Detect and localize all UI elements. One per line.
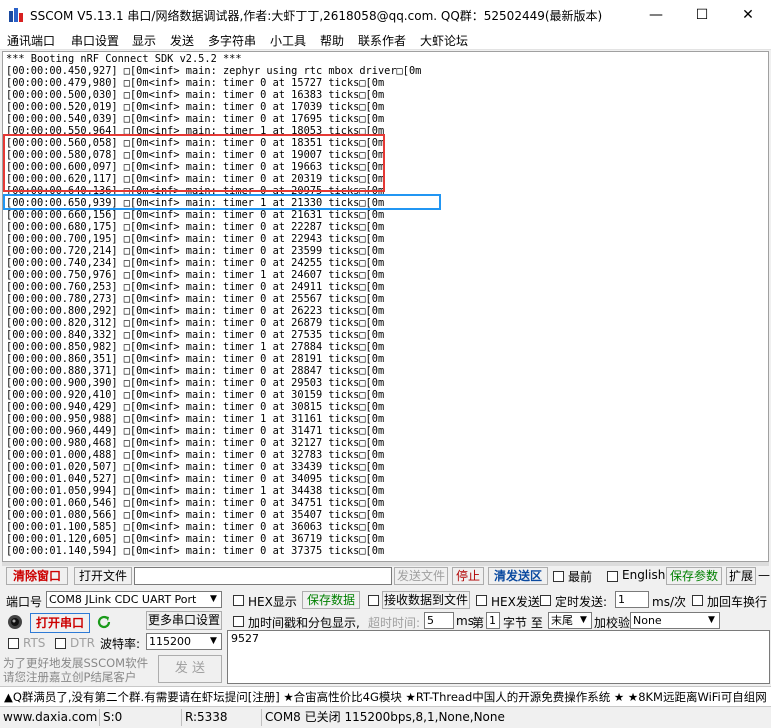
port-label: 端口号 (6, 595, 43, 609)
timestamp-label: 加时间戳和分包显示, (248, 616, 360, 630)
port-status-text: COM8 已关闭 115200bps,8,1,None,None (265, 710, 505, 724)
open-port-button[interactable]: 打开串口 (30, 613, 90, 633)
blue-highlight-box (3, 194, 441, 210)
dtr-checkbox[interactable] (55, 638, 66, 649)
menu-serial-settings[interactable]: 串口设置 (71, 32, 119, 49)
menu-send[interactable]: 发送 (170, 32, 194, 49)
log-output: *** Booting nRF Connect SDK v2.5.2 *** [… (6, 53, 422, 557)
dtr-label: DTR (70, 636, 95, 650)
chevron-down-icon: ▼ (705, 613, 718, 628)
timeout-label: 超时时间: (368, 616, 421, 630)
save-params-button[interactable]: 保存参数 (666, 567, 722, 585)
menu-display[interactable]: 显示 (132, 32, 156, 49)
website-link[interactable]: www.daxia.com (0, 709, 100, 726)
ticker-text: ▲Q群满员了,没有第二个群.有需要请在虾坛提问[注册] ★合宙高性价比4G模块 … (4, 690, 767, 704)
title-bar: SSCOM V5.13.1 串口/网络数据调试器,作者:大虾丁丁,2618058… (0, 0, 771, 30)
collapse-button[interactable]: — (758, 568, 770, 582)
port-select-value: COM8 JLink CDC UART Port (49, 593, 197, 606)
timeout-input[interactable]: 5 (424, 612, 454, 629)
byte-to-label: 字节 至 (503, 616, 543, 630)
menu-help[interactable]: 帮助 (320, 32, 344, 49)
timed-send-label: 定时发送: (555, 595, 608, 609)
window-title: SSCOM V5.13.1 串口/网络数据调试器,作者:大虾丁丁,2618058… (30, 9, 603, 23)
ms-per-label: ms/次 (652, 595, 686, 609)
open-file-button[interactable]: 打开文件 (74, 567, 132, 585)
timed-send-checkbox[interactable] (540, 595, 551, 606)
english-label: English (622, 568, 666, 582)
menu-contact-author[interactable]: 联系作者 (358, 32, 406, 49)
rts-label: RTS (23, 636, 46, 650)
rts-checkbox[interactable] (8, 638, 19, 649)
received-count: R:5338 (182, 709, 262, 726)
end-byte-select[interactable]: 末尾 ▼ (548, 612, 592, 629)
status-bar: www.daxia.com S:0 R:5338 COM8 已关闭 115200… (0, 706, 771, 728)
menu-bar: 通讯端口 串口设置 显示 发送 多字符串 小工具 帮助 联系作者 大虾论坛 (0, 30, 771, 50)
add-crlf-label: 加回车换行 (707, 595, 768, 609)
chevron-down-icon: ▼ (207, 592, 220, 607)
red-highlight-box (3, 134, 385, 192)
minimize-button[interactable]: — (633, 0, 679, 30)
send-file-button[interactable]: 发送文件 (394, 567, 448, 585)
clear-window-button[interactable]: 清除窗口 (6, 567, 68, 585)
recv-to-file-button[interactable]: 接收数据到文件 (382, 591, 470, 609)
checksum-select[interactable]: None ▼ (630, 612, 720, 629)
checksum-label: 加校验 (594, 616, 631, 630)
send-text-area[interactable]: 9527 (227, 630, 770, 684)
clear-send-button[interactable]: 清发送区 (488, 567, 548, 585)
start-byte-input[interactable]: 1 (486, 612, 500, 629)
receive-window[interactable]: *** Booting nRF Connect SDK v2.5.2 *** [… (2, 51, 769, 562)
sent-count: S:0 (100, 709, 182, 726)
topmost-label: 最前 (568, 570, 593, 584)
maximize-button[interactable]: ☐ (679, 0, 725, 30)
hex-display-label: HEX显示 (248, 595, 297, 609)
send-button[interactable]: 发 送 (158, 655, 222, 683)
chevron-down-icon: ▼ (207, 634, 220, 649)
chevron-down-icon: ▼ (577, 613, 590, 628)
port-status-icon (8, 615, 22, 629)
english-checkbox[interactable] (607, 571, 618, 582)
hex-send-label: HEX发送 (491, 595, 540, 609)
news-ticker[interactable]: ▲Q群满员了,没有第二个群.有需要请在虾坛提问[注册] ★合宙高性价比4G模块 … (0, 686, 771, 706)
menu-comm-port[interactable]: 通讯端口 (7, 32, 55, 49)
baud-label: 波特率: (100, 637, 141, 651)
baud-select[interactable]: 115200 ▼ (146, 633, 222, 650)
more-settings-button[interactable]: 更多串口设置 (146, 611, 222, 630)
horizontal-scrollbar[interactable] (2, 562, 769, 566)
menu-tools[interactable]: 小工具 (270, 32, 306, 49)
checksum-value: None (633, 614, 662, 627)
close-button[interactable]: ✕ (725, 0, 771, 30)
save-data-button[interactable]: 保存数据 (302, 591, 360, 609)
refresh-icon[interactable] (96, 614, 112, 630)
timestamp-checkbox[interactable] (233, 616, 244, 627)
nth-label: 第 (472, 616, 485, 630)
expand-button[interactable]: 扩展 (726, 567, 756, 585)
port-select[interactable]: COM8 JLink CDC UART Port ▼ (46, 591, 222, 608)
menu-multi-string[interactable]: 多字符串 (208, 32, 256, 49)
menu-forum[interactable]: 大虾论坛 (420, 32, 468, 49)
baud-select-value: 115200 (149, 635, 191, 648)
recv-to-file-checkbox[interactable] (368, 595, 379, 606)
app-icon (9, 8, 23, 22)
file-path-input[interactable] (134, 567, 392, 585)
timed-send-interval-input[interactable]: 1 (615, 591, 649, 608)
add-crlf-checkbox[interactable] (692, 595, 703, 606)
promo-line-2: 请您注册嘉立创P结尾客户 (3, 670, 137, 684)
stop-button[interactable]: 停止 (452, 567, 484, 585)
end-byte-value: 末尾 (551, 614, 573, 627)
hex-display-checkbox[interactable] (233, 595, 244, 606)
hex-send-checkbox[interactable] (476, 595, 487, 606)
topmost-checkbox[interactable] (553, 571, 564, 582)
